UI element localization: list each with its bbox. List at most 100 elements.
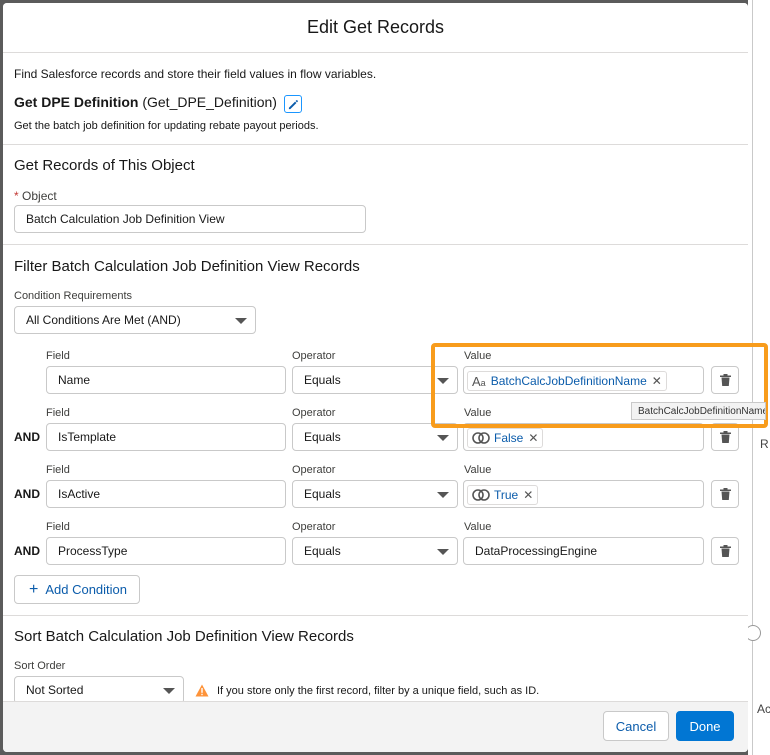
pencil-icon — [288, 99, 298, 109]
value-pill[interactable]: True ✕ — [467, 485, 539, 505]
condition-operator-select[interactable]: Equals — [292, 423, 458, 451]
condition-field-value: ProcessType — [58, 544, 128, 558]
add-condition-label: Add Condition — [45, 582, 128, 597]
sort-warning: If you store only the first record, filt… — [195, 684, 539, 697]
chevron-down-icon — [437, 549, 449, 555]
chevron-down-icon — [437, 435, 449, 441]
chevron-down-icon — [437, 378, 449, 384]
delete-condition-button[interactable] — [711, 423, 739, 451]
object-input[interactable]: Batch Calculation Job Definition View — [14, 205, 366, 233]
close-icon[interactable]: ✕ — [528, 431, 538, 445]
done-button[interactable]: Done — [676, 711, 734, 741]
condition-value-input[interactable]: DataProcessingEngine — [463, 537, 704, 565]
text-type-icon: Aa — [472, 373, 486, 389]
sort-order-value: Not Sorted — [26, 683, 84, 697]
value-pill[interactable]: False ✕ — [467, 428, 544, 448]
and-connector: AND — [14, 544, 40, 558]
condition-field-input[interactable]: IsTemplate — [46, 423, 286, 451]
condition-requirements-label: Condition Requirements — [14, 290, 133, 302]
operator-label: Operator — [292, 521, 336, 533]
condition-operator-select[interactable]: Equals — [292, 480, 458, 508]
field-label: Field — [46, 521, 70, 533]
condition-operator-value: Equals — [304, 544, 341, 558]
edit-element-button[interactable] — [284, 95, 302, 113]
element-description: Get the batch job definition for updatin… — [14, 120, 319, 132]
condition-operator-value: Equals — [304, 487, 341, 501]
section-divider — [3, 244, 748, 245]
object-input-value: Batch Calculation Job Definition View — [26, 212, 225, 226]
edit-get-records-modal: Edit Get Records Find Salesforce records… — [3, 3, 748, 752]
modal-footer: Cancel Done — [3, 701, 748, 752]
condition-operator-value: Equals — [304, 430, 341, 444]
chevron-down-icon — [163, 688, 175, 694]
modal-title: Edit Get Records — [306, 17, 445, 37]
sort-section-title: Sort Batch Calculation Job Definition Vi… — [14, 628, 354, 645]
modal-description: Find Salesforce records and store their … — [14, 67, 377, 81]
trash-icon — [719, 545, 731, 557]
operator-label: Operator — [292, 407, 336, 419]
condition-value-input[interactable]: True ✕ — [463, 480, 704, 508]
condition-field-input[interactable]: Name — [46, 366, 286, 394]
boolean-toggle-icon — [472, 489, 490, 501]
warning-icon — [195, 684, 209, 697]
condition-operator-value: Equals — [304, 373, 341, 387]
modal-header: Edit Get Records — [3, 3, 748, 53]
and-connector: AND — [14, 430, 40, 444]
element-label: Get DPE Definition — [14, 94, 139, 110]
condition-field-input[interactable]: ProcessType — [46, 537, 286, 565]
element-heading: Get DPE Definition (Get_DPE_Definition) — [14, 94, 277, 110]
condition-field-input[interactable]: IsActive — [46, 480, 286, 508]
object-section-title: Get Records of This Object — [14, 157, 195, 174]
background-text-ac: Ac — [757, 702, 770, 716]
condition-field-value: IsTemplate — [58, 430, 117, 444]
field-label: Field — [46, 407, 70, 419]
condition-field-value: Name — [58, 373, 91, 387]
trash-icon — [719, 374, 731, 386]
chevron-down-icon — [437, 492, 449, 498]
required-mark: * — [14, 189, 19, 203]
condition-value-input[interactable]: Aa BatchCalcJobDefinitionName ✕ — [463, 366, 704, 394]
sort-warning-text: If you store only the first record, filt… — [217, 684, 540, 697]
value-label: Value — [464, 350, 492, 362]
background-divider — [752, 0, 753, 755]
chevron-down-icon — [235, 318, 247, 324]
and-connector: AND — [14, 487, 40, 501]
condition-operator-select[interactable]: Equals — [292, 366, 458, 394]
close-icon[interactable]: ✕ — [523, 488, 533, 502]
object-field-label: * Object — [14, 189, 57, 203]
plus-icon: + — [29, 580, 39, 598]
cancel-button[interactable]: Cancel — [603, 711, 669, 741]
value-pill-label: False — [494, 431, 524, 445]
close-icon[interactable]: ✕ — [652, 374, 662, 388]
condition-operator-select[interactable]: Equals — [292, 537, 458, 565]
delete-condition-button[interactable] — [711, 537, 739, 565]
operator-label: Operator — [292, 464, 336, 476]
cancel-label: Cancel — [615, 718, 657, 734]
condition-value-input[interactable]: False ✕ — [463, 423, 704, 451]
boolean-toggle-icon — [472, 432, 490, 444]
done-label: Done — [689, 718, 721, 734]
trash-icon — [719, 431, 731, 443]
value-pill-label: BatchCalcJobDefinitionName — [490, 374, 647, 388]
field-label: Field — [46, 464, 70, 476]
value-label: Value — [464, 521, 492, 533]
sort-order-select[interactable]: Not Sorted — [14, 676, 184, 704]
value-pill[interactable]: Aa BatchCalcJobDefinitionName ✕ — [467, 371, 667, 391]
section-divider — [3, 144, 748, 145]
operator-label: Operator — [292, 350, 336, 362]
section-divider — [3, 615, 748, 616]
element-api-name: (Get_DPE_Definition) — [142, 94, 277, 110]
value-tooltip: BatchCalcJobDefinitionName — [631, 402, 766, 420]
condition-requirements-value: All Conditions Are Met (AND) — [26, 313, 181, 327]
condition-value-text: DataProcessingEngine — [475, 544, 598, 558]
condition-requirements-select[interactable]: All Conditions Are Met (AND) — [14, 306, 256, 334]
value-pill-label: True — [494, 488, 519, 502]
trash-icon — [719, 488, 731, 500]
sort-order-label: Sort Order — [14, 660, 66, 672]
value-label: Value — [464, 464, 492, 476]
add-condition-button[interactable]: + Add Condition — [14, 575, 140, 604]
delete-condition-button[interactable] — [711, 366, 739, 394]
object-label-text: Object — [22, 189, 57, 203]
value-label: Value — [464, 407, 492, 419]
delete-condition-button[interactable] — [711, 480, 739, 508]
